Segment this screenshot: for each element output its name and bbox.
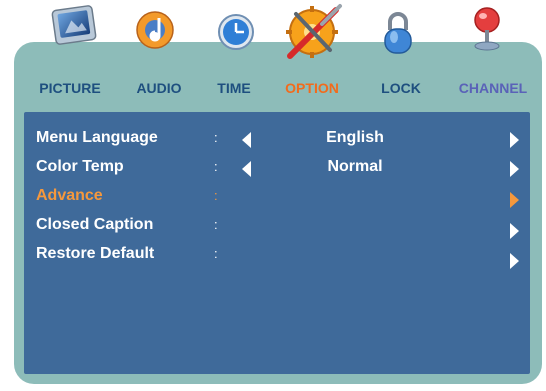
menu-item-color-temp[interactable]: Color Temp : Normal xyxy=(24,155,530,183)
right-arrow-icon[interactable] xyxy=(510,192,519,208)
menu-item-advance[interactable]: Advance : xyxy=(24,184,530,212)
tab-lock-label: LOCK xyxy=(381,80,421,96)
menu-item-separator: : xyxy=(214,188,218,203)
menu-item-separator: : xyxy=(214,246,218,261)
satellite-dish-icon xyxy=(474,7,500,51)
tab-picture-label: PICTURE xyxy=(39,80,101,96)
right-arrow-icon[interactable] xyxy=(510,161,519,177)
tab-time-label: TIME xyxy=(217,80,251,96)
tab-audio-label: AUDIO xyxy=(136,80,182,96)
tab-channel[interactable]: CHANNEL xyxy=(448,0,538,100)
menu-item-label: Color Temp xyxy=(36,158,124,175)
option-menu-panel: Menu Language : English Color Temp : Nor… xyxy=(24,112,530,374)
menu-item-closed-caption[interactable]: Closed Caption : xyxy=(24,213,530,241)
left-arrow-icon[interactable] xyxy=(242,161,251,177)
menu-item-separator: : xyxy=(214,130,218,145)
right-arrow-icon[interactable] xyxy=(510,132,519,148)
menu-item-restore-default[interactable]: Restore Default : xyxy=(24,242,530,270)
tab-picture[interactable]: PICTURE xyxy=(32,0,132,100)
menu-item-separator: : xyxy=(214,159,218,174)
menu-item-label: Restore Default xyxy=(36,245,155,262)
tab-audio[interactable]: AUDIO xyxy=(132,0,192,100)
tools-icon xyxy=(286,4,342,59)
menu-item-value: Normal xyxy=(327,158,383,175)
tab-channel-label: CHANNEL xyxy=(458,80,528,96)
picture-icon xyxy=(51,5,97,45)
menu-item-label: Menu Language xyxy=(36,129,158,146)
audio-icon xyxy=(136,11,174,49)
menu-item-separator: : xyxy=(214,217,218,232)
tab-lock[interactable]: LOCK xyxy=(374,0,424,100)
tab-bar: PICTURE AUDIO TIME OPTION LOCK CHANNEL xyxy=(0,0,546,104)
left-arrow-icon[interactable] xyxy=(242,132,251,148)
menu-item-menu-language[interactable]: Menu Language : English xyxy=(24,126,530,154)
right-arrow-icon[interactable] xyxy=(510,223,519,239)
right-arrow-icon[interactable] xyxy=(510,253,519,269)
menu-item-label: Closed Caption xyxy=(36,216,154,233)
tab-option-label: OPTION xyxy=(285,80,339,96)
menu-item-label: Advance xyxy=(36,187,103,204)
menu-item-value: English xyxy=(326,129,384,146)
tab-option[interactable]: OPTION xyxy=(278,0,348,100)
lock-icon xyxy=(384,12,412,54)
tab-time[interactable]: TIME xyxy=(210,0,260,100)
clock-icon xyxy=(218,14,254,50)
